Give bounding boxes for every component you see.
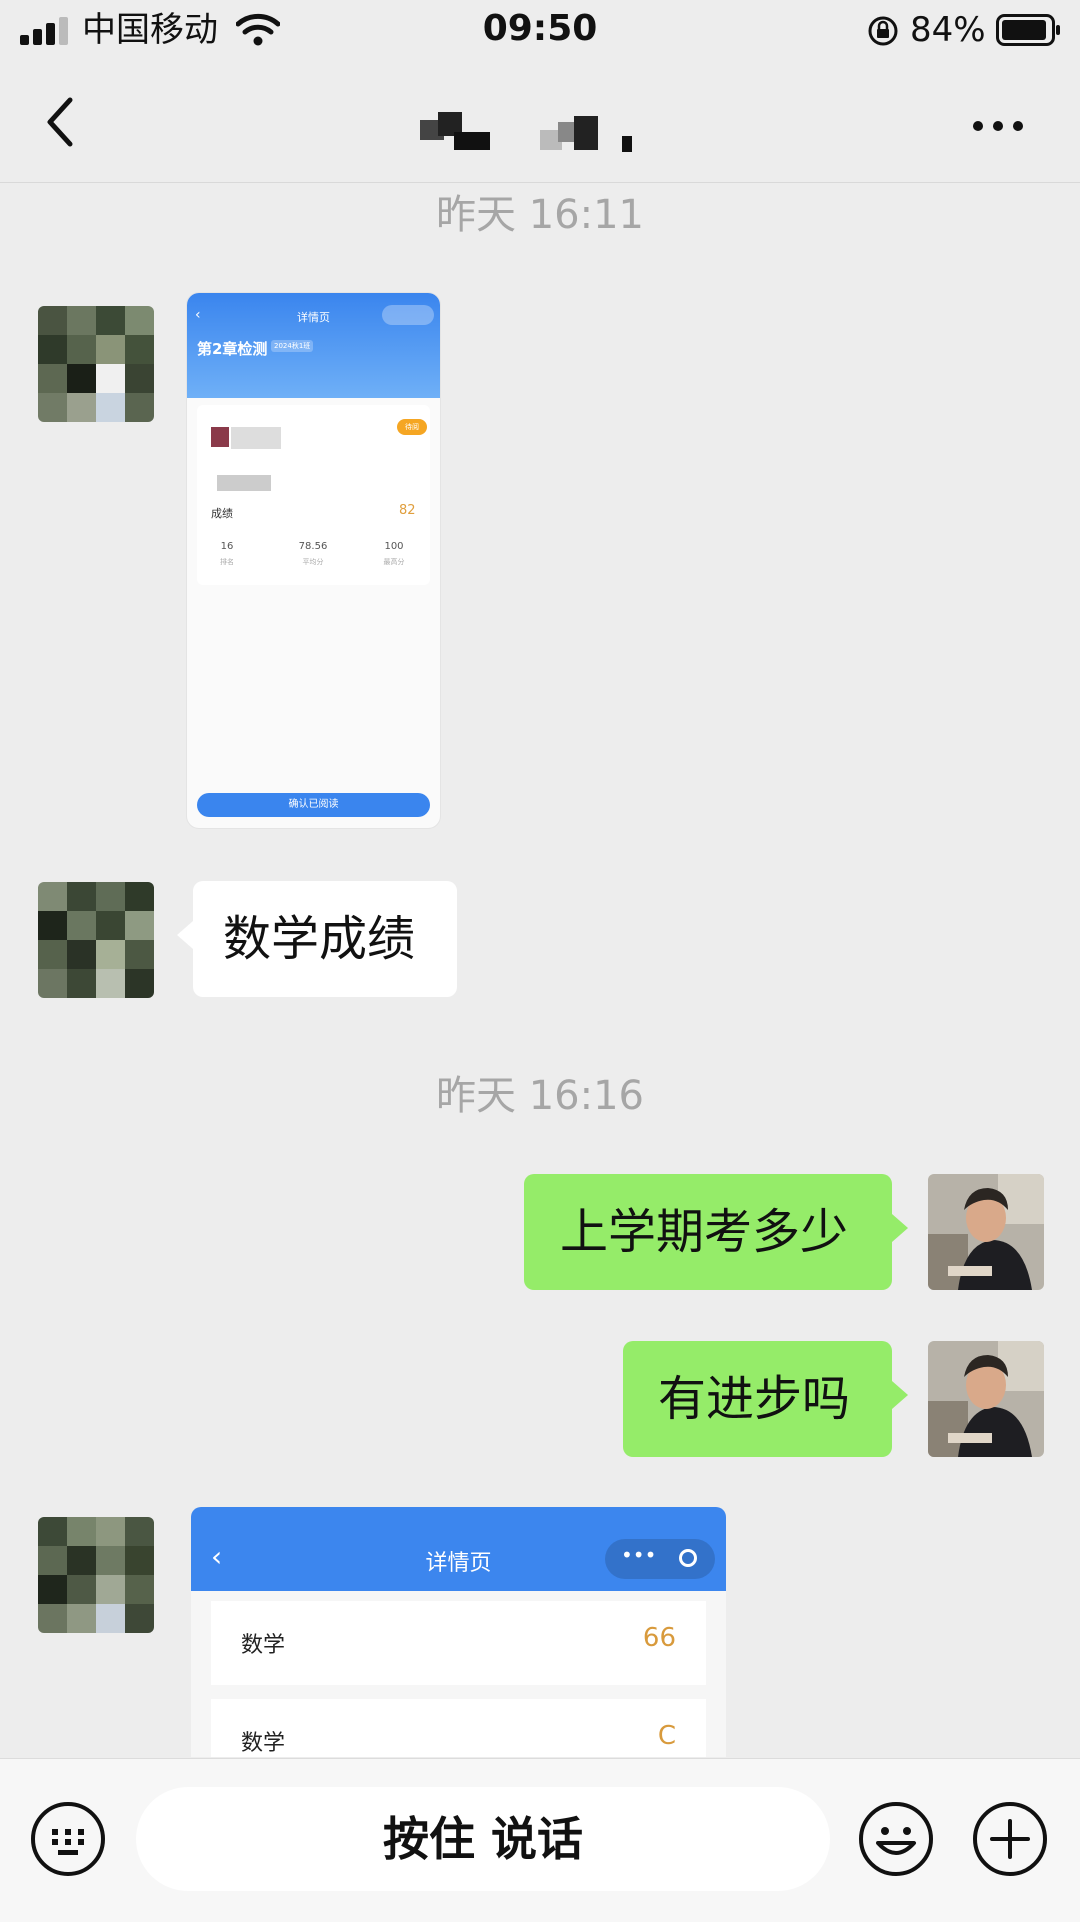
screenshot-subject: 数学 <box>241 1633 286 1658</box>
screenshot-score-value: 82 <box>399 503 416 518</box>
message-text: 上学期考多少 <box>560 1204 849 1260</box>
screenshot-grade: C <box>657 1721 676 1751</box>
plus-icon[interactable] <box>972 1801 1048 1877</box>
contact-name-redacted <box>420 112 632 152</box>
chat-header <box>0 62 1080 183</box>
emoji-icon[interactable] <box>858 1801 934 1877</box>
contact-avatar[interactable] <box>38 882 154 998</box>
timestamp: 昨天 16:16 <box>436 1073 644 1119</box>
screenshot-stat-value: 16 <box>220 541 234 552</box>
contact-avatar[interactable] <box>38 1517 154 1633</box>
screenshot-grade-row: 数学 66 <box>211 1601 706 1685</box>
screenshot-badge: 待阅 <box>397 419 427 435</box>
bubble-tail <box>892 1381 908 1409</box>
screenshot-capsule <box>382 305 434 325</box>
my-avatar[interactable] <box>928 1341 1044 1457</box>
hold-to-talk-button[interactable]: 按住 说话 <box>136 1787 830 1891</box>
status-bar: 中国移动 09:50 84% <box>0 0 1080 62</box>
screenshot-score-label: 成绩 <box>211 507 233 520</box>
message-bubble-sent[interactable]: 上学期考多少 <box>524 1174 908 1290</box>
redacted-block <box>211 427 229 447</box>
message-text: 有进步吗 <box>658 1371 851 1427</box>
message-text: 数学成绩 <box>223 911 416 967</box>
redacted-block <box>231 427 281 449</box>
contact-avatar[interactable] <box>38 306 154 422</box>
screenshot-tag: 2024秋1班 <box>271 340 314 352</box>
screenshot-stat-label: 最高分 <box>383 558 405 566</box>
back-icon[interactable] <box>40 92 80 152</box>
bubble-tail <box>892 1214 908 1242</box>
redacted-block <box>217 475 271 491</box>
image-message-score-screenshot[interactable]: ‹ 详情页 第2章检测 2024秋1班 成绩 82 16 排名 78.56 平均… <box>187 293 440 828</box>
screenshot-header: ‹ 详情页 ••• <box>191 1507 726 1591</box>
my-avatar[interactable] <box>928 1174 1044 1290</box>
input-bar: 按住 说话 <box>0 1758 1080 1922</box>
timestamp: 昨天 16:11 <box>436 192 644 238</box>
more-icon[interactable] <box>970 118 1026 134</box>
screenshot-more-icon: ••• <box>621 1543 657 1567</box>
screenshot-stat-value: 78.56 <box>298 541 328 552</box>
screenshot-grade: 66 <box>642 1623 676 1653</box>
screenshot-subject: 数学 <box>241 1731 286 1756</box>
message-bubble-received[interactable]: 数学成绩 <box>177 881 457 997</box>
message-bubble-sent[interactable]: 有进步吗 <box>623 1341 908 1457</box>
screenshot-close-icon <box>679 1549 697 1567</box>
keyboard-icon[interactable] <box>30 1801 106 1877</box>
image-message-grade-screenshot[interactable]: ‹ 详情页 ••• 数学 66 数学 C <box>191 1507 726 1757</box>
screenshot-heading: 第2章检测 <box>197 340 268 358</box>
screenshot-stat-label: 平均分 <box>302 558 324 566</box>
screenshot-stat-label: 排名 <box>220 558 234 566</box>
bubble-tail <box>177 921 193 949</box>
screenshot-grade-row: 数学 C <box>211 1699 706 1757</box>
rotation-lock-icon <box>868 16 898 46</box>
screenshot-header: ‹ 详情页 第2章检测 2024秋1班 <box>187 293 440 398</box>
screenshot-card: 成绩 82 16 排名 78.56 平均分 100 最高分 <box>197 405 430 585</box>
screenshot-stat-value: 100 <box>384 541 404 552</box>
battery-percent: 84% <box>910 10 986 50</box>
screenshot-confirm-button: 确认已阅读 <box>197 793 430 817</box>
battery-icon <box>996 14 1060 46</box>
